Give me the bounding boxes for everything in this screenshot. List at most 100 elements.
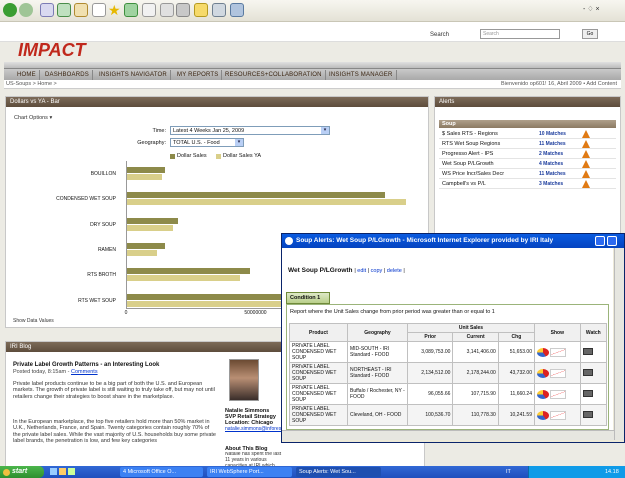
bar[interactable]	[126, 167, 165, 173]
edit-link[interactable]: edit	[357, 268, 366, 274]
forward-icon[interactable]	[19, 3, 33, 17]
cell-watch	[579, 404, 608, 426]
go-button[interactable]: Go	[582, 29, 598, 39]
alert-name[interactable]: WS Price Incr/Sales Decr	[442, 169, 504, 179]
category-label: RTS WET SOUP	[78, 298, 116, 304]
alert-matches[interactable]: 2 Matches	[539, 149, 563, 159]
home-icon[interactable]	[74, 3, 88, 17]
pie-chart-icon[interactable]	[536, 368, 549, 378]
delete-link[interactable]: delete	[387, 268, 402, 274]
stop-icon[interactable]	[40, 3, 54, 17]
bar[interactable]	[126, 225, 173, 231]
alert-row[interactable]: Wet Soup P/LGrowth 4 Matches	[439, 159, 616, 169]
table-row[interactable]: PRIVATE LABEL CONDENSED WET SOUP Clevelan…	[289, 404, 608, 426]
alert-row[interactable]: $ Sales RTS - Regions 10 Matches	[439, 129, 616, 139]
bar[interactable]	[126, 275, 240, 281]
blog-post-title[interactable]: Private Label Growth Patterns - an Inter…	[13, 362, 213, 368]
research-icon[interactable]	[230, 3, 244, 17]
alert-row[interactable]: RTS Wet Soup Regions 11 Matches	[439, 139, 616, 149]
alert-row[interactable]: Progresso Alert - IPS 2 Matches	[439, 149, 616, 159]
tab-condition-1[interactable]: Condition 1	[286, 292, 330, 304]
pie-chart-icon[interactable]	[536, 347, 549, 357]
trend-chart-icon[interactable]	[550, 347, 567, 357]
author-email-link[interactable]: natalie.simmons@infores.com	[225, 426, 285, 432]
watch-icon[interactable]	[582, 368, 593, 376]
folder-icon[interactable]	[194, 3, 208, 17]
bar[interactable]	[126, 243, 165, 249]
warning-icon	[582, 180, 590, 188]
watch-icon[interactable]	[582, 410, 593, 418]
language-indicator[interactable]: IT	[506, 467, 511, 477]
alert-matches[interactable]: 4 Matches	[539, 159, 563, 169]
ie-quick-icon[interactable]	[59, 468, 66, 475]
alert-name[interactable]: Campbell's vs P/L	[442, 179, 486, 189]
bar[interactable]	[126, 250, 158, 256]
cell-show	[533, 341, 581, 363]
windows-logo-icon	[3, 469, 10, 476]
alert-name[interactable]: RTS Wet Soup Regions	[442, 139, 500, 149]
alert-name[interactable]: Progresso Alert - IPS	[442, 149, 493, 159]
watch-icon[interactable]	[582, 389, 593, 397]
nav-insights-manager[interactable]: Insights Manager	[326, 70, 397, 80]
impact-logo: IMPACT	[18, 40, 86, 60]
search-icon[interactable]	[92, 3, 106, 17]
alert-matches[interactable]: 10 Matches	[539, 129, 566, 139]
minimize-button[interactable]	[595, 236, 605, 246]
alert-row[interactable]: Campbell's vs P/L 3 Matches	[439, 179, 616, 189]
cell-current: 3,141,406.00	[452, 341, 499, 363]
trend-chart-icon[interactable]	[550, 389, 567, 399]
window-controls[interactable]: - ♢ ×	[583, 5, 621, 15]
pie-chart-icon[interactable]	[536, 410, 549, 420]
desktop-icon[interactable]	[50, 468, 57, 475]
favorites-icon[interactable]: ★	[108, 3, 122, 17]
popup-hscrollbar[interactable]	[282, 430, 614, 440]
alert-name[interactable]: Wet Soup P/LGrowth	[442, 159, 494, 169]
blog-posted-line: Posted today, 8:15am - Comments	[13, 369, 98, 375]
nav-my-reports[interactable]: My Reports	[174, 70, 223, 80]
edit-icon[interactable]	[176, 3, 190, 17]
bar[interactable]	[126, 268, 251, 274]
alert-name[interactable]: $ Sales RTS - Regions	[442, 129, 498, 139]
about-blog-text: Natalie has spent the last 11 years in v…	[225, 452, 282, 466]
comments-link[interactable]: Comments	[71, 369, 98, 375]
popup-scrollbar[interactable]	[614, 248, 624, 440]
trend-chart-icon[interactable]	[550, 368, 567, 378]
nav-home[interactable]: Home	[14, 70, 40, 80]
trend-chart-icon[interactable]	[550, 410, 567, 420]
task-soup-alerts[interactable]: Soup Alerts: Wet Sou...	[296, 467, 381, 477]
alert-row[interactable]: WS Price Incr/Sales Decr 11 Matches	[439, 169, 616, 179]
alert-matches[interactable]: 3 Matches	[539, 179, 563, 189]
col-geography: Geography	[347, 323, 408, 342]
cell-geography: NORTHEAST - IRI Standard - FOOD	[347, 362, 408, 384]
history-icon[interactable]	[124, 3, 138, 17]
print-icon[interactable]	[160, 3, 174, 17]
task-office[interactable]: 4 Microsoft Office O...	[120, 467, 203, 477]
nav-resources[interactable]: Resources+Collaboration	[222, 70, 326, 80]
bar[interactable]	[126, 192, 385, 198]
refresh-icon[interactable]	[57, 3, 71, 17]
bar[interactable]	[126, 199, 406, 205]
warning-icon	[582, 150, 590, 158]
copy-link[interactable]: copy	[371, 268, 383, 274]
watch-icon[interactable]	[582, 347, 593, 355]
bar[interactable]	[126, 218, 178, 224]
windows-taskbar: start 4 Microsoft Office O... IRI WebSph…	[0, 466, 625, 478]
alert-matches[interactable]: 11 Matches	[539, 169, 566, 179]
table-row[interactable]: PRIVATE LABEL CONDENSED WET SOUP MID-SOUT…	[289, 341, 608, 363]
show-data-values-link[interactable]: Show Data Values	[13, 318, 54, 324]
table-row[interactable]: PRIVATE LABEL CONDENSED WET SOUP Buffalo …	[289, 383, 608, 405]
back-icon[interactable]	[3, 3, 17, 17]
maximize-button[interactable]	[607, 236, 617, 246]
nav-dashboards[interactable]: Dashboards	[42, 70, 94, 80]
nav-insights-navigator[interactable]: Insights Navigator	[96, 70, 171, 80]
table-row[interactable]: PRIVATE LABEL CONDENSED WET SOUP NORTHEAS…	[289, 362, 608, 384]
pie-chart-icon[interactable]	[536, 389, 549, 399]
alert-matches[interactable]: 11 Matches	[539, 139, 566, 149]
breadcrumb[interactable]: US-Soups > Home >	[6, 81, 57, 87]
messenger-icon[interactable]	[212, 3, 226, 17]
mail-icon[interactable]	[142, 3, 156, 17]
task-iri-portal[interactable]: IRI WebSphere Port...	[207, 467, 292, 477]
search-input[interactable]: Search	[480, 29, 560, 39]
bar[interactable]	[126, 174, 163, 180]
outlook-icon[interactable]	[68, 468, 75, 475]
